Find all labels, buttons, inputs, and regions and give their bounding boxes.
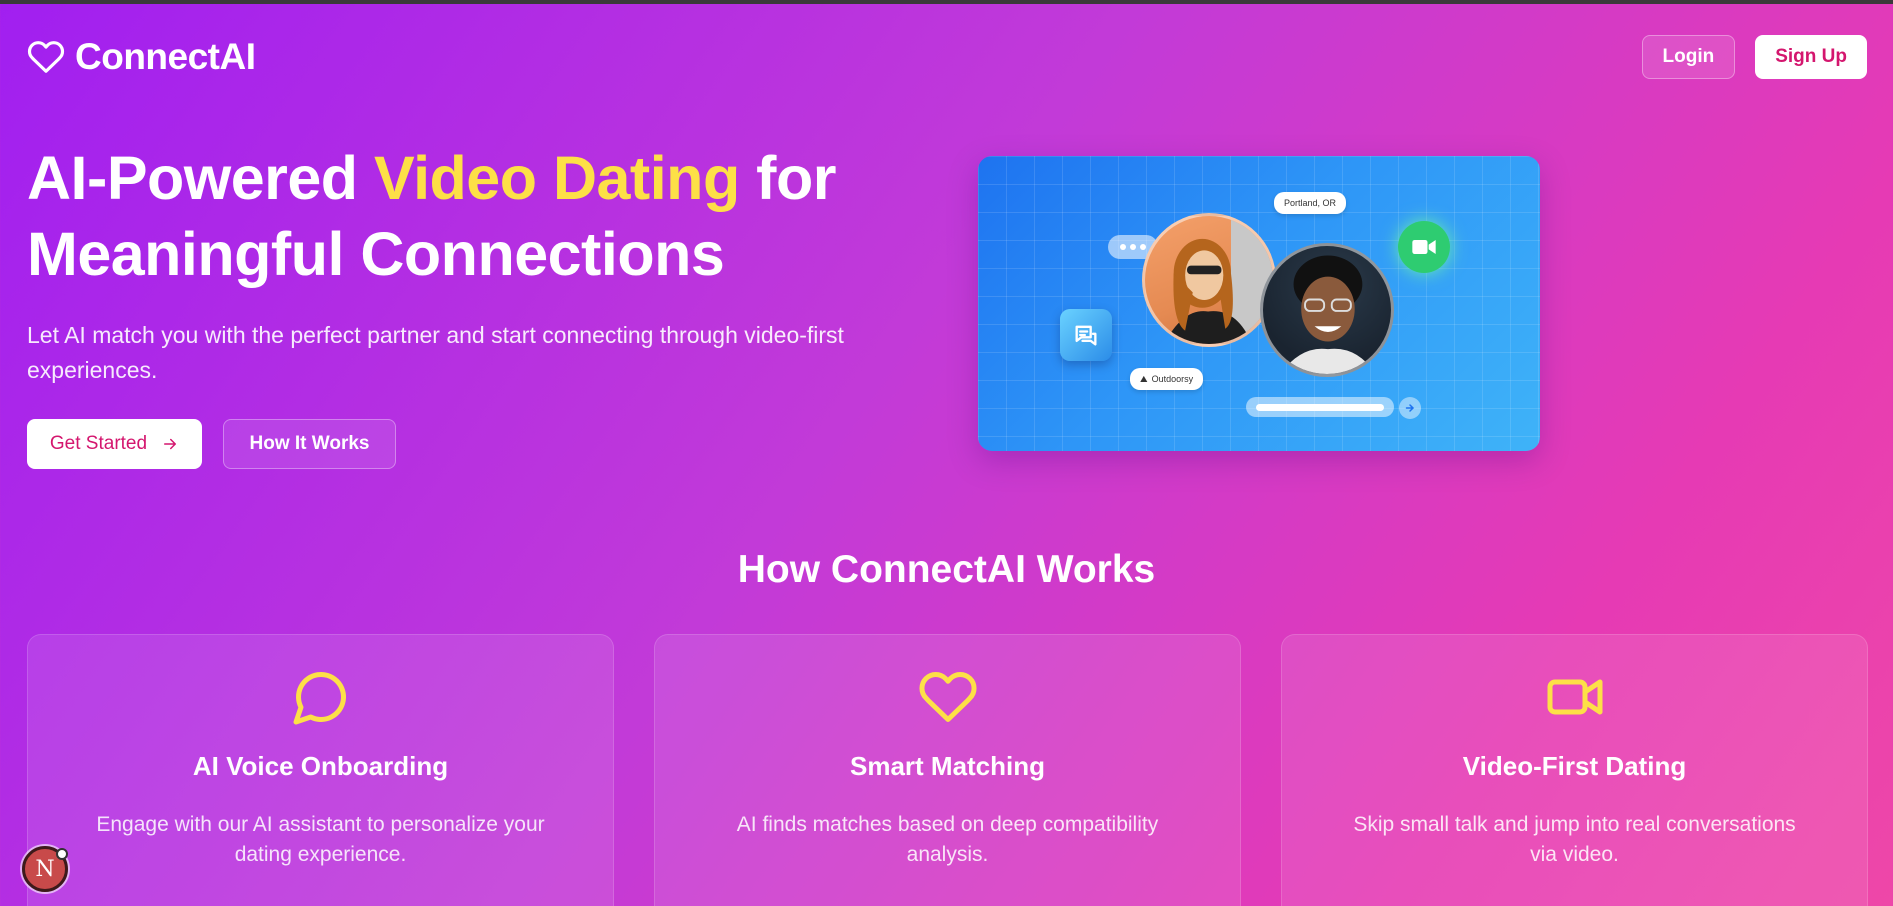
get-started-label: Get Started xyxy=(49,433,148,454)
interest-tag-label: Outdoorsy xyxy=(1151,374,1194,384)
mountain-icon: ⛰ xyxy=(1140,373,1148,384)
feature-card-description: Skip small talk and jump into real conve… xyxy=(1353,813,1796,866)
get-started-button[interactable]: Get Started xyxy=(27,419,202,469)
feature-card-video-first: Video-First Dating Skip small talk and j… xyxy=(1281,634,1868,906)
feature-card-title: Smart Matching xyxy=(849,751,1046,781)
hero-subtitle: Let AI match you with the perfect partne… xyxy=(27,322,844,383)
chat-tile-icon xyxy=(1060,309,1112,361)
hero-actions: Get Started How It Works xyxy=(27,419,396,469)
hero-illustration: Portland, OR ⛰ Outdoorsy xyxy=(978,156,1540,451)
arrow-right-icon xyxy=(164,438,177,450)
feature-card-title: Video-First Dating xyxy=(1462,751,1687,781)
dev-tools-status-dot xyxy=(56,848,68,860)
auth-actions: Login Sign Up xyxy=(1641,35,1867,79)
location-tag: Portland, OR xyxy=(1274,192,1347,214)
feature-card-description: AI finds matches based on deep compatibi… xyxy=(736,813,1159,866)
chat-bubble-icon xyxy=(293,671,346,725)
feature-card-title: AI Voice Onboarding xyxy=(192,751,449,781)
browser-top-border xyxy=(0,0,1893,4)
site-header: ConnectAI Login Sign Up xyxy=(27,34,1867,80)
interest-tag: ⛰ Outdoorsy xyxy=(1130,368,1204,390)
video-camera-icon xyxy=(1547,679,1602,715)
hero-title: AI-Powered Video Dating for Meaningful C… xyxy=(27,140,927,292)
message-input-illustration xyxy=(1246,397,1394,417)
heart-icon xyxy=(919,671,977,722)
hero-title-part1: AI-Powered xyxy=(27,144,375,212)
feature-card-smart-matching: Smart Matching AI finds matches based on… xyxy=(654,634,1241,906)
send-icon xyxy=(1399,397,1421,419)
how-it-works-title: How ConnectAI Works xyxy=(737,548,1156,591)
feature-cards: AI Voice Onboarding Engage with our AI a… xyxy=(27,634,1868,906)
profile-photo-woman xyxy=(1142,213,1276,347)
feature-card-voice-onboarding: AI Voice Onboarding Engage with our AI a… xyxy=(27,634,614,906)
feature-card-description: Engage with our AI assistant to personal… xyxy=(96,813,545,866)
brand-logo[interactable]: ConnectAI xyxy=(27,36,256,78)
profile-photo-man xyxy=(1260,243,1394,377)
login-button[interactable]: Login xyxy=(1641,35,1736,79)
brand-name: ConnectAI xyxy=(75,36,256,77)
hero-title-highlight: Video Dating xyxy=(374,144,740,212)
how-it-works-button[interactable]: How It Works xyxy=(223,419,396,469)
video-call-icon xyxy=(1398,221,1450,273)
heart-logo-icon xyxy=(27,41,65,73)
signup-button[interactable]: Sign Up xyxy=(1755,35,1867,79)
